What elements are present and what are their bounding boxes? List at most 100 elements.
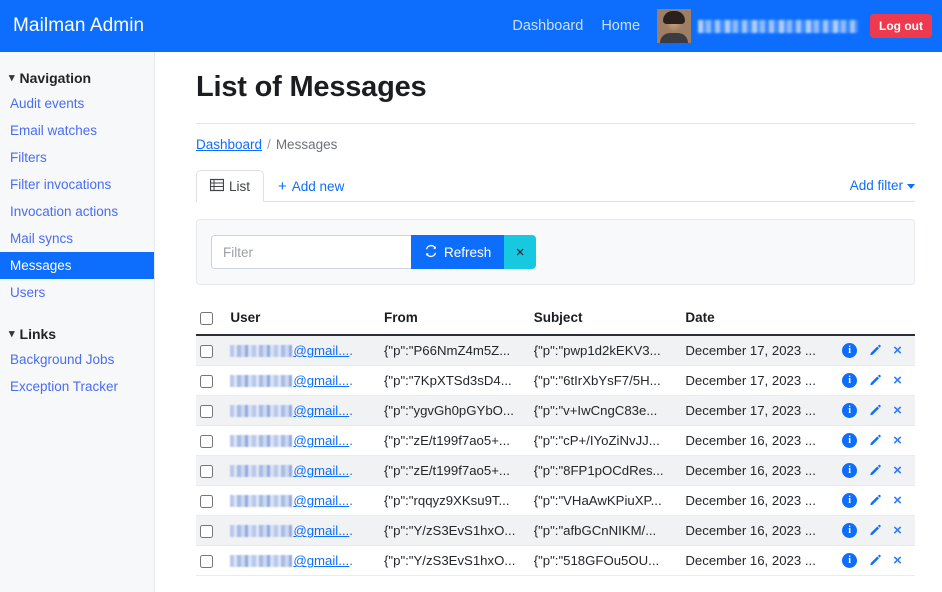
delete-x-icon[interactable]: × xyxy=(893,403,902,418)
sidebar-item-audit-events[interactable]: Audit events xyxy=(0,90,154,117)
sidebar-item-filters[interactable]: Filters xyxy=(0,144,154,171)
cell-subject: {"p":"8FP1pOCdRes... xyxy=(529,455,682,487)
avatar[interactable] xyxy=(657,9,692,43)
delete-x-icon[interactable]: × xyxy=(893,523,902,538)
delete-x-icon[interactable]: × xyxy=(893,463,902,478)
sidebar-item-mail-syncs[interactable]: Mail syncs xyxy=(0,225,154,252)
cell-date: December 16, 2023 ... xyxy=(681,485,839,517)
info-icon[interactable]: i xyxy=(842,433,858,449)
table-row[interactable]: @gmail.... {"p":"P66NmZ4m5Z... {"p":"pwp… xyxy=(196,335,915,367)
column-header-date[interactable]: Date xyxy=(681,303,839,336)
column-header-user[interactable]: User xyxy=(226,303,381,336)
sidebar-item-exception-tracker[interactable]: Exception Tracker xyxy=(0,373,154,400)
tab-list[interactable]: List xyxy=(196,170,265,202)
row-checkbox[interactable] xyxy=(200,525,213,539)
sidebar-section-links-header[interactable]: ▾ Links xyxy=(0,322,154,346)
row-select-cell xyxy=(196,335,227,367)
row-checkbox[interactable] xyxy=(200,345,213,359)
user-ellipsis: . xyxy=(349,523,353,539)
table-row[interactable]: @gmail.... {"p":"rqqyz9XKsu9T... {"p":"V… xyxy=(196,485,915,517)
delete-x-icon[interactable]: × xyxy=(893,433,902,448)
user-email-link[interactable]: @gmail... xyxy=(293,523,349,538)
edit-pencil-icon[interactable] xyxy=(868,524,882,538)
select-all-checkbox[interactable] xyxy=(200,311,213,325)
sidebar-item-filter-invocations[interactable]: Filter invocations xyxy=(0,171,154,198)
info-icon[interactable]: i xyxy=(842,343,858,358)
table-row[interactable]: @gmail.... {"p":"Y/zS3EvS1hxO... {"p":"a… xyxy=(196,515,915,547)
info-icon[interactable]: i xyxy=(842,523,858,539)
filter-input[interactable] xyxy=(211,235,411,269)
user-email-link[interactable]: @gmail... xyxy=(293,553,349,568)
breadcrumb: Dashboard / Messages xyxy=(196,137,942,152)
table-row[interactable]: @gmail.... {"p":"ygvGh0pGYbO... {"p":"v+… xyxy=(196,395,915,427)
column-header-from[interactable]: From xyxy=(380,303,530,336)
table-row[interactable]: @gmail.... {"p":"zE/t199f7ao5+... {"p":"… xyxy=(196,455,915,487)
sidebar-item-email-watches[interactable]: Email watches xyxy=(0,117,154,144)
table-row[interactable]: @gmail.... {"p":"Y/zS3EvS1hxO... {"p":"5… xyxy=(196,545,915,577)
info-icon[interactable]: i xyxy=(842,493,858,509)
user-email-link[interactable]: @gmail... xyxy=(293,463,349,478)
info-icon[interactable]: i xyxy=(842,373,858,389)
row-checkbox[interactable] xyxy=(200,465,213,479)
edit-pencil-icon[interactable] xyxy=(868,404,882,418)
cell-subject: {"p":"6tIrXbYsF7/5H... xyxy=(529,365,682,397)
cell-actions: i × xyxy=(838,335,915,367)
row-checkbox[interactable] xyxy=(200,375,213,389)
edit-pencil-icon[interactable] xyxy=(868,464,882,478)
delete-x-icon[interactable]: × xyxy=(893,373,902,388)
user-email-link[interactable]: @gmail... xyxy=(293,493,349,508)
avatar-body xyxy=(660,33,689,43)
user-email-link[interactable]: @gmail... xyxy=(293,403,349,418)
row-select-cell xyxy=(196,395,227,427)
nav-link-home[interactable]: Home xyxy=(592,18,649,34)
breadcrumb-current: Messages xyxy=(275,137,338,152)
sidebar-section-navigation-header[interactable]: ▾ Navigation xyxy=(0,66,154,90)
add-filter-dropdown[interactable]: Add filter xyxy=(850,178,915,201)
edit-pencil-icon[interactable] xyxy=(868,344,882,358)
table-row[interactable]: @gmail.... {"p":"7KpXTSd3sD4... {"p":"6t… xyxy=(196,365,915,397)
column-header-subject[interactable]: Subject xyxy=(529,303,682,336)
info-icon[interactable]: i xyxy=(842,403,858,419)
row-checkbox[interactable] xyxy=(200,495,213,509)
table-row[interactable]: @gmail.... {"p":"zE/t199f7ao5+... {"p":"… xyxy=(196,425,915,457)
nav-link-dashboard[interactable]: Dashboard xyxy=(503,18,592,34)
edit-pencil-icon[interactable] xyxy=(868,374,882,388)
logout-button[interactable]: Log out xyxy=(870,14,932,38)
cell-user: @gmail.... xyxy=(226,335,381,367)
cell-from: {"p":"Y/zS3EvS1hxO... xyxy=(380,515,530,547)
user-email-link[interactable]: @gmail... xyxy=(293,343,349,358)
cell-actions: i × xyxy=(838,365,915,397)
delete-x-icon[interactable]: × xyxy=(893,343,902,358)
row-checkbox[interactable] xyxy=(200,405,213,419)
breadcrumb-link-dashboard[interactable]: Dashboard xyxy=(196,137,262,152)
row-select-cell xyxy=(196,425,227,457)
clear-filter-button[interactable]: × xyxy=(504,235,536,269)
info-icon[interactable]: i xyxy=(842,553,858,569)
cell-date: December 16, 2023 ... xyxy=(681,545,839,577)
tab-add-new[interactable]: + Add new xyxy=(264,171,358,201)
sidebar-item-messages[interactable]: Messages xyxy=(0,252,154,279)
username-redacted xyxy=(230,434,293,447)
edit-pencil-icon[interactable] xyxy=(868,554,882,568)
sidebar-item-background-jobs[interactable]: Background Jobs xyxy=(0,346,154,373)
info-icon[interactable]: i xyxy=(842,463,858,479)
sidebar-item-users[interactable]: Users xyxy=(0,279,154,306)
user-email-redacted xyxy=(698,19,859,33)
row-checkbox[interactable] xyxy=(200,435,213,449)
delete-x-icon[interactable]: × xyxy=(893,493,902,508)
user-email-link[interactable]: @gmail... xyxy=(293,373,349,388)
edit-pencil-icon[interactable] xyxy=(868,434,882,448)
cell-subject: {"p":"afbGCnNIKM/... xyxy=(529,515,682,547)
user-ellipsis: . xyxy=(349,343,353,358)
user-email-link[interactable]: @gmail... xyxy=(293,433,349,448)
edit-pencil-icon[interactable] xyxy=(868,494,882,508)
row-select-cell xyxy=(196,485,227,517)
delete-x-icon[interactable]: × xyxy=(893,553,902,568)
cell-date: December 17, 2023 ... xyxy=(681,395,839,427)
refresh-button[interactable]: Refresh xyxy=(411,235,505,269)
row-select-cell xyxy=(196,455,227,487)
cell-from: {"p":"zE/t199f7ao5+... xyxy=(380,455,530,487)
user-ellipsis: . xyxy=(349,493,353,509)
row-checkbox[interactable] xyxy=(200,555,213,569)
sidebar-item-invocation-actions[interactable]: Invocation actions xyxy=(0,198,154,225)
